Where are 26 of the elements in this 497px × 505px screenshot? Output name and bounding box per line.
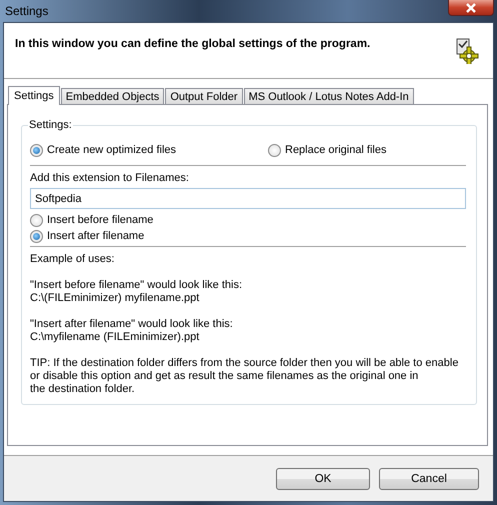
radio-button[interactable] [30,144,43,156]
example-text: "Insert after filename" would look like this: C:\myfilename (FILEminimizer).ppt [30,318,234,344]
dialog-button[interactable]: OK [276,468,370,490]
close-button[interactable] [448,0,494,16]
close-icon [465,2,477,12]
tab[interactable]: Output Folder [165,88,243,104]
radio-label[interactable]: Create new optimized files [47,144,176,156]
dialog-button[interactable]: Cancel [379,468,479,490]
example-text: Example of uses: [30,253,116,266]
radio-button[interactable] [268,144,281,156]
radio-label[interactable]: Insert before filename [47,214,154,226]
radio-button[interactable] [30,214,43,226]
radio-label[interactable]: Replace original files [285,144,386,156]
field-label: Add this extension to Filenames: [30,172,190,184]
example-text: TIP: If the destination folder differs from the source folder then you will be able to enable or disable this option and get as result the same filenames as the original one in the destination folder. [30,357,460,396]
tab[interactable]: Settings [8,86,60,105]
tab[interactable]: Embedded Objects [60,88,164,104]
radio-button[interactable] [30,230,43,242]
example-text: "Insert before filename" would look like this: C:\(FILEminimizer) myfilename.ppt [30,279,244,305]
radio-label[interactable]: Insert after filename [47,230,144,242]
extension-field[interactable]: Softpedia [30,188,466,209]
header-text: In this window you can define the global settings of the program. [15,38,370,50]
group-title: Settings: [28,119,73,131]
window-title: Settings [4,4,48,18]
gear-icon [455,38,479,64]
tab[interactable]: MS Outlook / Lotus Notes Add-In [244,88,414,104]
